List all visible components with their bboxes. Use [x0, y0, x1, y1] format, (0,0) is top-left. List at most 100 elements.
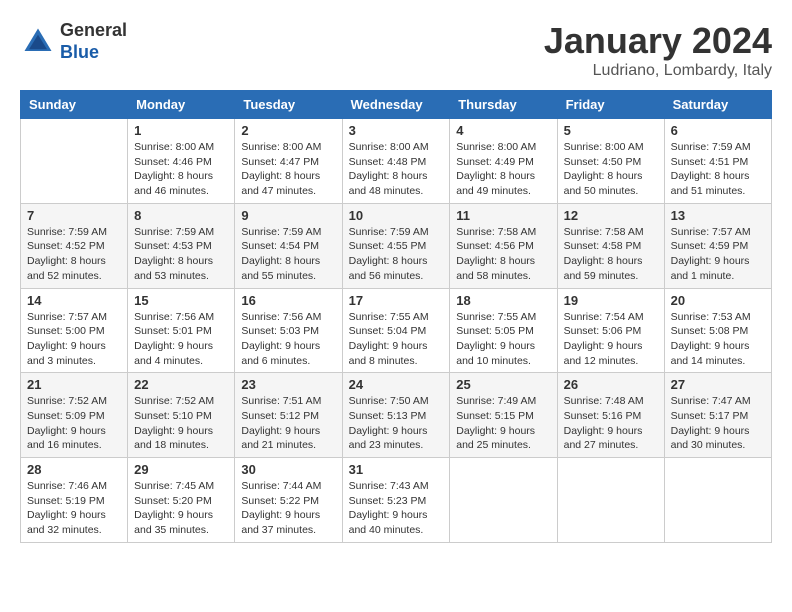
date-number: 9: [241, 208, 335, 223]
cell-info: Sunrise: 8:00 AMSunset: 4:47 PMDaylight:…: [241, 140, 335, 199]
week-row-2: 7 Sunrise: 7:59 AMSunset: 4:52 PMDayligh…: [21, 203, 772, 288]
cell-info: Sunrise: 7:58 AMSunset: 4:58 PMDaylight:…: [564, 225, 658, 284]
calendar-cell: 31 Sunrise: 7:43 AMSunset: 5:23 PMDaylig…: [342, 458, 450, 543]
cell-info: Sunrise: 7:53 AMSunset: 5:08 PMDaylight:…: [671, 310, 765, 369]
date-number: 15: [134, 293, 228, 308]
cell-info: Sunrise: 8:00 AMSunset: 4:49 PMDaylight:…: [456, 140, 550, 199]
date-number: 18: [456, 293, 550, 308]
date-number: 11: [456, 208, 550, 223]
cell-info: Sunrise: 8:00 AMSunset: 4:46 PMDaylight:…: [134, 140, 228, 199]
header-sunday: Sunday: [21, 91, 128, 119]
cell-info: Sunrise: 7:48 AMSunset: 5:16 PMDaylight:…: [564, 394, 658, 453]
cell-info: Sunrise: 7:59 AMSunset: 4:51 PMDaylight:…: [671, 140, 765, 199]
calendar-cell: [21, 119, 128, 204]
title-section: January 2024 Ludriano, Lombardy, Italy: [544, 20, 772, 80]
logo-icon: [20, 24, 56, 60]
calendar-cell: 26 Sunrise: 7:48 AMSunset: 5:16 PMDaylig…: [557, 373, 664, 458]
cell-info: Sunrise: 7:52 AMSunset: 5:09 PMDaylight:…: [27, 394, 121, 453]
calendar-cell: 30 Sunrise: 7:44 AMSunset: 5:22 PMDaylig…: [235, 458, 342, 543]
cell-info: Sunrise: 7:59 AMSunset: 4:55 PMDaylight:…: [349, 225, 444, 284]
calendar-cell: 4 Sunrise: 8:00 AMSunset: 4:49 PMDayligh…: [450, 119, 557, 204]
calendar-cell: 23 Sunrise: 7:51 AMSunset: 5:12 PMDaylig…: [235, 373, 342, 458]
date-number: 26: [564, 377, 658, 392]
calendar-cell: 16 Sunrise: 7:56 AMSunset: 5:03 PMDaylig…: [235, 288, 342, 373]
cell-info: Sunrise: 7:46 AMSunset: 5:19 PMDaylight:…: [27, 479, 121, 538]
date-number: 13: [671, 208, 765, 223]
cell-info: Sunrise: 7:57 AMSunset: 5:00 PMDaylight:…: [27, 310, 121, 369]
calendar-cell: 21 Sunrise: 7:52 AMSunset: 5:09 PMDaylig…: [21, 373, 128, 458]
cell-info: Sunrise: 7:54 AMSunset: 5:06 PMDaylight:…: [564, 310, 658, 369]
calendar-cell: 17 Sunrise: 7:55 AMSunset: 5:04 PMDaylig…: [342, 288, 450, 373]
cell-info: Sunrise: 7:47 AMSunset: 5:17 PMDaylight:…: [671, 394, 765, 453]
calendar-cell: 19 Sunrise: 7:54 AMSunset: 5:06 PMDaylig…: [557, 288, 664, 373]
cell-info: Sunrise: 7:56 AMSunset: 5:01 PMDaylight:…: [134, 310, 228, 369]
day-header-row: Sunday Monday Tuesday Wednesday Thursday…: [21, 91, 772, 119]
cell-info: Sunrise: 7:58 AMSunset: 4:56 PMDaylight:…: [456, 225, 550, 284]
calendar-cell: 10 Sunrise: 7:59 AMSunset: 4:55 PMDaylig…: [342, 203, 450, 288]
logo: General Blue: [20, 20, 127, 63]
date-number: 23: [241, 377, 335, 392]
cell-info: Sunrise: 7:55 AMSunset: 5:05 PMDaylight:…: [456, 310, 550, 369]
cell-info: Sunrise: 7:43 AMSunset: 5:23 PMDaylight:…: [349, 479, 444, 538]
cell-info: Sunrise: 7:59 AMSunset: 4:52 PMDaylight:…: [27, 225, 121, 284]
week-row-1: 1 Sunrise: 8:00 AMSunset: 4:46 PMDayligh…: [21, 119, 772, 204]
calendar-cell: 24 Sunrise: 7:50 AMSunset: 5:13 PMDaylig…: [342, 373, 450, 458]
date-number: 19: [564, 293, 658, 308]
cell-info: Sunrise: 8:00 AMSunset: 4:48 PMDaylight:…: [349, 140, 444, 199]
week-row-5: 28 Sunrise: 7:46 AMSunset: 5:19 PMDaylig…: [21, 458, 772, 543]
logo-text: General Blue: [60, 20, 127, 63]
calendar-cell: 5 Sunrise: 8:00 AMSunset: 4:50 PMDayligh…: [557, 119, 664, 204]
calendar-cell: 2 Sunrise: 8:00 AMSunset: 4:47 PMDayligh…: [235, 119, 342, 204]
calendar-cell: 20 Sunrise: 7:53 AMSunset: 5:08 PMDaylig…: [664, 288, 771, 373]
date-number: 30: [241, 462, 335, 477]
date-number: 4: [456, 123, 550, 138]
calendar-cell: [664, 458, 771, 543]
header-saturday: Saturday: [664, 91, 771, 119]
cell-info: Sunrise: 7:49 AMSunset: 5:15 PMDaylight:…: [456, 394, 550, 453]
cell-info: Sunrise: 7:56 AMSunset: 5:03 PMDaylight:…: [241, 310, 335, 369]
week-row-4: 21 Sunrise: 7:52 AMSunset: 5:09 PMDaylig…: [21, 373, 772, 458]
month-title: January 2024: [544, 20, 772, 62]
cell-info: Sunrise: 7:59 AMSunset: 4:53 PMDaylight:…: [134, 225, 228, 284]
date-number: 27: [671, 377, 765, 392]
calendar-cell: [557, 458, 664, 543]
calendar-cell: 11 Sunrise: 7:58 AMSunset: 4:56 PMDaylig…: [450, 203, 557, 288]
cell-info: Sunrise: 7:51 AMSunset: 5:12 PMDaylight:…: [241, 394, 335, 453]
date-number: 28: [27, 462, 121, 477]
calendar-cell: 25 Sunrise: 7:49 AMSunset: 5:15 PMDaylig…: [450, 373, 557, 458]
calendar-cell: 6 Sunrise: 7:59 AMSunset: 4:51 PMDayligh…: [664, 119, 771, 204]
calendar-cell: 14 Sunrise: 7:57 AMSunset: 5:00 PMDaylig…: [21, 288, 128, 373]
date-number: 14: [27, 293, 121, 308]
date-number: 6: [671, 123, 765, 138]
calendar-cell: 7 Sunrise: 7:59 AMSunset: 4:52 PMDayligh…: [21, 203, 128, 288]
date-number: 16: [241, 293, 335, 308]
date-number: 7: [27, 208, 121, 223]
week-row-3: 14 Sunrise: 7:57 AMSunset: 5:00 PMDaylig…: [21, 288, 772, 373]
date-number: 22: [134, 377, 228, 392]
calendar-table: Sunday Monday Tuesday Wednesday Thursday…: [20, 90, 772, 543]
cell-info: Sunrise: 7:57 AMSunset: 4:59 PMDaylight:…: [671, 225, 765, 284]
date-number: 29: [134, 462, 228, 477]
calendar-cell: [450, 458, 557, 543]
header-tuesday: Tuesday: [235, 91, 342, 119]
date-number: 12: [564, 208, 658, 223]
calendar-cell: 15 Sunrise: 7:56 AMSunset: 5:01 PMDaylig…: [128, 288, 235, 373]
cell-info: Sunrise: 7:55 AMSunset: 5:04 PMDaylight:…: [349, 310, 444, 369]
date-number: 5: [564, 123, 658, 138]
date-number: 10: [349, 208, 444, 223]
calendar-cell: 8 Sunrise: 7:59 AMSunset: 4:53 PMDayligh…: [128, 203, 235, 288]
calendar-cell: 27 Sunrise: 7:47 AMSunset: 5:17 PMDaylig…: [664, 373, 771, 458]
cell-info: Sunrise: 7:45 AMSunset: 5:20 PMDaylight:…: [134, 479, 228, 538]
calendar-cell: 28 Sunrise: 7:46 AMSunset: 5:19 PMDaylig…: [21, 458, 128, 543]
calendar-cell: 9 Sunrise: 7:59 AMSunset: 4:54 PMDayligh…: [235, 203, 342, 288]
date-number: 1: [134, 123, 228, 138]
header-monday: Monday: [128, 91, 235, 119]
date-number: 20: [671, 293, 765, 308]
calendar-cell: 3 Sunrise: 8:00 AMSunset: 4:48 PMDayligh…: [342, 119, 450, 204]
date-number: 21: [27, 377, 121, 392]
cell-info: Sunrise: 7:52 AMSunset: 5:10 PMDaylight:…: [134, 394, 228, 453]
cell-info: Sunrise: 7:50 AMSunset: 5:13 PMDaylight:…: [349, 394, 444, 453]
cell-info: Sunrise: 7:44 AMSunset: 5:22 PMDaylight:…: [241, 479, 335, 538]
cell-info: Sunrise: 8:00 AMSunset: 4:50 PMDaylight:…: [564, 140, 658, 199]
header-wednesday: Wednesday: [342, 91, 450, 119]
